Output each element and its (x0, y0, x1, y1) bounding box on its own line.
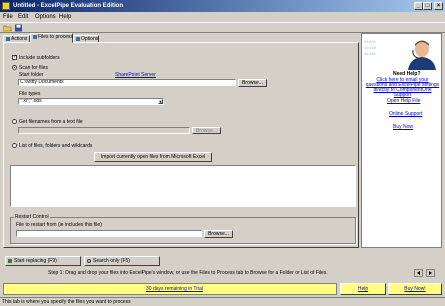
sharepoint-link[interactable]: SharePoint Server (115, 72, 156, 78)
buy-now-button[interactable]: Buy Now! (388, 283, 442, 295)
tab-files-to-process[interactable]: Files to process (30, 33, 73, 43)
trial-progress-bar: 30 days remaining in Trial (3, 283, 337, 295)
binary-graphic-icon: 01001 10110 01101 (364, 41, 377, 57)
restart-file-label: File to restart from (ie includes this f… (16, 222, 102, 228)
list-files-label: List of files, folders and wildcards (19, 143, 93, 149)
trial-remaining-link[interactable]: 30 days remaining in Trial (146, 286, 203, 292)
online-support-link[interactable]: Online Support (389, 111, 422, 117)
save-icon[interactable] (14, 24, 23, 32)
include-subfolders-checkbox[interactable]: ✓ (12, 55, 17, 60)
title-bar: Untitled - ExcelPipe Evaluation Edition … (0, 0, 445, 12)
include-subfolders-label: Include subfolders (19, 55, 60, 61)
status-bar: This tab is where you specify the files … (0, 297, 445, 306)
open-help-file-link[interactable]: Open Help File (387, 98, 420, 104)
toolbar (0, 22, 445, 33)
file-types-value: *.xl*;*.ods (20, 98, 42, 104)
files-tab-icon (33, 34, 37, 39)
window-title: Untitled - ExcelPipe Evaluation Edition (13, 3, 124, 9)
start-replacing-button[interactable]: Start replacing (F9) (5, 256, 81, 266)
files-panel: ✓ Include subfolders Scan for files Star… (3, 42, 359, 248)
step-next-button[interactable] (426, 269, 435, 277)
text-file-browse-button[interactable]: Browse... (192, 127, 221, 134)
support-person-icon (408, 40, 436, 70)
scan-for-files-radio[interactable] (12, 65, 17, 70)
menu-file[interactable]: File (3, 13, 13, 21)
app-icon (2, 2, 10, 10)
start-folder-label: Start folder (19, 72, 44, 78)
restart-browse-button[interactable]: Browse... (204, 230, 233, 238)
file-list-textarea[interactable] (10, 165, 356, 207)
svg-text:01001: 01001 (364, 41, 377, 45)
menu-options[interactable]: Options (35, 13, 56, 21)
text-file-label: Get filenames from a text file (19, 119, 83, 125)
start-folder-browse-button[interactable]: Browse... (238, 79, 267, 87)
options-tab-icon (76, 36, 80, 41)
menu-bar: File Edit Options Help (0, 12, 445, 22)
file-types-select[interactable]: *.xl*;*.ods (18, 98, 164, 105)
maximize-button[interactable]: □ (423, 2, 432, 10)
start-folder-input[interactable]: C:\Mitty Documents (18, 79, 236, 86)
restart-control-label: Restart Control (14, 214, 50, 220)
restart-file-input[interactable] (16, 230, 202, 237)
text-file-input[interactable] (18, 127, 190, 134)
search-icon (87, 259, 91, 263)
file-types-label: File types (19, 91, 41, 97)
help-button[interactable]: Help (340, 283, 386, 295)
svg-text:01101: 01101 (364, 53, 377, 57)
actions-tab-icon (6, 36, 10, 41)
import-open-files-button[interactable]: Import currently open files from Microso… (94, 152, 212, 162)
open-icon[interactable] (2, 24, 12, 32)
email-support-link[interactable]: Click here to email your questions and E… (365, 78, 440, 98)
buy-now-link[interactable]: Buy Now (393, 124, 413, 130)
status-text: This tab is where you specify the files … (2, 299, 131, 305)
text-file-radio[interactable] (12, 119, 17, 124)
scan-for-files-label: Scan for files (19, 65, 48, 71)
svg-text:10110: 10110 (364, 47, 377, 51)
menu-help[interactable]: Help (59, 13, 71, 21)
minimize-button[interactable]: _ (414, 2, 423, 10)
close-button[interactable]: × (434, 2, 443, 10)
menu-edit[interactable]: Edit (18, 13, 28, 21)
step-prev-button[interactable] (414, 269, 423, 277)
replace-icon (8, 259, 12, 263)
dropdown-arrow-icon[interactable]: ▾ (158, 99, 163, 104)
list-files-radio[interactable] (12, 143, 17, 148)
step-instruction: Step 1: Drag and drop your files into Ex… (48, 270, 328, 276)
search-only-button[interactable]: Search only (F5) (84, 256, 160, 266)
help-sidebar: 01001 10110 01101 Need Help? Click here … (361, 33, 442, 248)
